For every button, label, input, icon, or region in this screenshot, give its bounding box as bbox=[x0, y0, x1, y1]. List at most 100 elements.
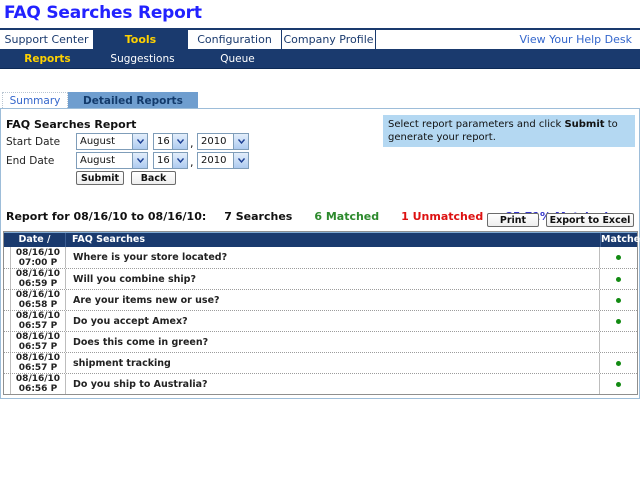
report-searches-count: 7 Searches bbox=[224, 210, 293, 223]
back-button[interactable]: Back bbox=[131, 171, 176, 185]
start-date-row: Start Date August 16 , 2010 bbox=[1, 133, 381, 151]
row-query: Will you combine ship? bbox=[66, 269, 600, 289]
table-row[interactable]: 08/16/10 06:59 P Will you combine ship? bbox=[4, 268, 637, 289]
row-query: Do you accept Amex? bbox=[66, 311, 600, 331]
header-faq-searches: FAQ Searches bbox=[72, 234, 146, 245]
row-date-time: 08/16/10 06:57 P bbox=[11, 353, 66, 373]
faq-searches-table: Date / Time FAQ Searches Matched 08/16/1… bbox=[3, 231, 640, 395]
table-row[interactable]: 08/16/10 06:56 P Do you ship to Australi… bbox=[4, 373, 637, 394]
row-query: Where is your store located? bbox=[66, 247, 600, 268]
row-date: 08/16/10 bbox=[15, 332, 61, 342]
row-date-time: 08/16/10 06:57 P bbox=[11, 332, 66, 352]
tab-summary[interactable]: Summary bbox=[2, 92, 68, 108]
end-date-label: End Date bbox=[6, 155, 55, 167]
chevron-down-icon bbox=[172, 134, 187, 149]
table-row[interactable]: 08/16/10 06:58 P Are your items new or u… bbox=[4, 289, 637, 310]
row-query: Do you ship to Australia? bbox=[66, 374, 600, 394]
page: FAQ Searches Report Support Center Tools… bbox=[0, 0, 640, 480]
chevron-down-icon bbox=[233, 134, 248, 149]
instruction-box: Select report parameters and click Submi… bbox=[383, 115, 635, 147]
chevron-down-icon bbox=[132, 134, 147, 149]
end-day-select[interactable]: 16 bbox=[153, 152, 188, 169]
row-matched-cell bbox=[600, 374, 637, 394]
row-time: 06:56 P bbox=[18, 384, 58, 394]
row-gutter bbox=[4, 247, 11, 268]
row-date: 08/16/10 bbox=[15, 269, 61, 279]
row-gutter bbox=[4, 290, 11, 310]
chevron-down-icon bbox=[132, 153, 147, 168]
table-row[interactable]: 08/16/10 07:00 P Where is your store loc… bbox=[4, 247, 637, 268]
subnav-item-queue[interactable]: Queue bbox=[190, 50, 285, 68]
header-date-time: Date / Time bbox=[4, 233, 66, 259]
table-header-row: Date / Time FAQ Searches Matched bbox=[4, 232, 640, 259]
start-date-label: Start Date bbox=[6, 136, 61, 148]
row-matched-cell bbox=[600, 290, 637, 310]
row-gutter bbox=[4, 311, 11, 331]
row-date-time: 08/16/10 07:00 P bbox=[11, 247, 66, 268]
row-date-time: 08/16/10 06:59 P bbox=[11, 269, 66, 289]
nav-item-company-profile[interactable]: Company Profile bbox=[281, 30, 376, 49]
matched-dot-icon bbox=[616, 360, 621, 366]
nav-main-row: Support Center Tools Configuration Compa… bbox=[0, 28, 640, 50]
table-body: 08/16/10 07:00 P Where is your store loc… bbox=[4, 247, 637, 394]
report-panel: FAQ Searches Report Start Date August 16… bbox=[0, 108, 640, 399]
chevron-down-icon bbox=[172, 153, 187, 168]
date-separator: , bbox=[190, 137, 194, 150]
instruction-text: Select report parameters and click bbox=[388, 119, 565, 130]
start-year-select[interactable]: 2010 bbox=[197, 133, 249, 150]
table-row[interactable]: 08/16/10 06:57 P shipment tracking bbox=[4, 352, 637, 373]
date-separator: , bbox=[190, 156, 194, 169]
row-query: Does this come in green? bbox=[66, 332, 600, 352]
nav-item-configuration[interactable]: Configuration bbox=[187, 30, 282, 49]
nav-sub-row: Reports Suggestions Queue bbox=[0, 50, 640, 69]
row-matched-cell bbox=[600, 311, 637, 331]
row-time: 06:57 P bbox=[18, 363, 58, 373]
submit-button[interactable]: Submit bbox=[76, 171, 124, 185]
row-gutter bbox=[4, 374, 11, 394]
chevron-down-icon bbox=[233, 153, 248, 168]
report-unmatched-count: 1 Unmatched bbox=[401, 210, 484, 223]
row-time: 06:58 P bbox=[18, 300, 58, 310]
print-button[interactable]: Print bbox=[487, 213, 539, 227]
nav-item-support-center[interactable]: Support Center bbox=[0, 30, 94, 49]
subnav-item-reports[interactable]: Reports bbox=[0, 50, 95, 68]
nav-right-area: View Your Help Desk bbox=[376, 30, 640, 49]
end-date-row: End Date August 16 , 2010 bbox=[1, 152, 381, 170]
row-time: 06:59 P bbox=[18, 279, 58, 289]
row-gutter bbox=[4, 269, 11, 289]
report-tabs: Summary Detailed Reports bbox=[2, 92, 198, 108]
tab-detailed-reports[interactable]: Detailed Reports bbox=[68, 92, 198, 108]
nav-item-tools[interactable]: Tools bbox=[93, 30, 188, 49]
row-gutter bbox=[4, 353, 11, 373]
row-gutter bbox=[4, 332, 11, 352]
row-time: 06:57 P bbox=[18, 321, 58, 331]
row-date-time: 08/16/10 06:57 P bbox=[11, 311, 66, 331]
start-day-select[interactable]: 16 bbox=[153, 133, 188, 150]
row-date: 08/16/10 bbox=[15, 311, 61, 321]
matched-dot-icon bbox=[616, 255, 621, 260]
page-title: FAQ Searches Report bbox=[4, 3, 202, 23]
table-row[interactable]: 08/16/10 06:57 P Do you accept Amex? bbox=[4, 310, 637, 331]
matched-dot-icon bbox=[616, 318, 621, 324]
start-month-select[interactable]: August bbox=[76, 133, 148, 150]
row-matched-cell bbox=[600, 247, 637, 268]
export-to-excel-button[interactable]: Export to Excel bbox=[546, 213, 634, 227]
end-month-select[interactable]: August bbox=[76, 152, 148, 169]
matched-dot-icon bbox=[616, 381, 621, 387]
view-help-desk-link[interactable]: View Your Help Desk bbox=[520, 33, 633, 46]
row-matched-cell bbox=[600, 353, 637, 373]
row-date: 08/16/10 bbox=[15, 290, 61, 300]
end-year-select[interactable]: 2010 bbox=[197, 152, 249, 169]
table-row[interactable]: 08/16/10 06:57 P Does this come in green… bbox=[4, 331, 637, 352]
row-query: Are your items new or use? bbox=[66, 290, 600, 310]
row-date-time: 08/16/10 06:56 P bbox=[11, 374, 66, 394]
row-time: 07:00 P bbox=[18, 257, 58, 268]
main-nav: Support Center Tools Configuration Compa… bbox=[0, 28, 640, 69]
row-date: 08/16/10 bbox=[15, 247, 61, 258]
row-time: 06:57 P bbox=[18, 342, 58, 352]
matched-dot-icon bbox=[616, 276, 621, 282]
subnav-item-suggestions[interactable]: Suggestions bbox=[95, 50, 190, 68]
row-query: shipment tracking bbox=[66, 353, 600, 373]
panel-heading: FAQ Searches Report bbox=[6, 118, 137, 131]
report-matched-count: 6 Matched bbox=[314, 210, 380, 223]
